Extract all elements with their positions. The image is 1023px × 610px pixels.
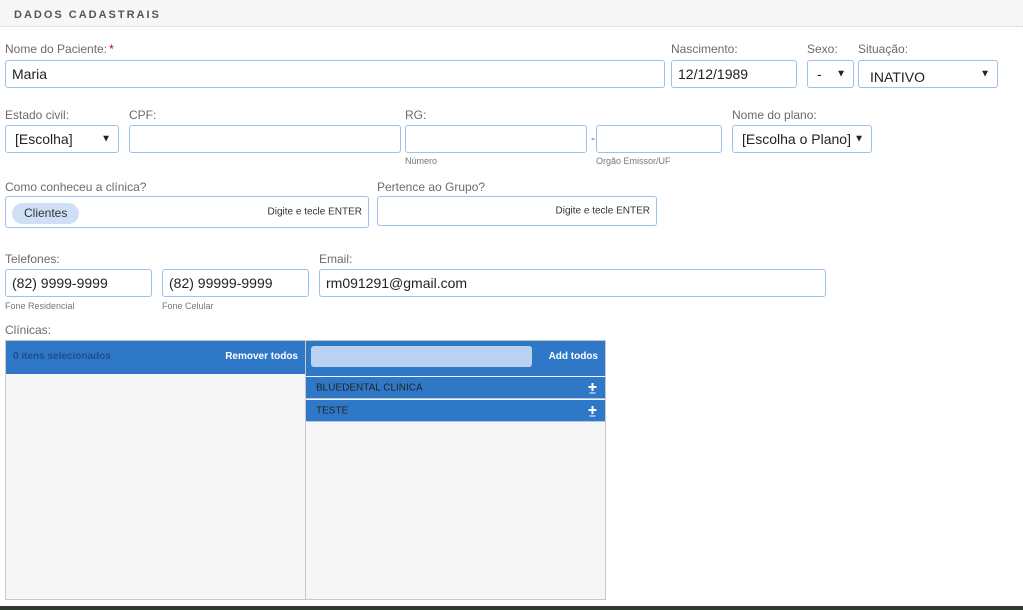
sex-label: Sexo: <box>807 42 838 56</box>
civil-status-label: Estado civil: <box>5 108 70 122</box>
group-tag-input[interactable]: Digite e tecle ENTER <box>377 196 657 226</box>
phone-mobile-input[interactable]: (82) 99999-9999 <box>162 269 309 297</box>
clinics-label: Clínicas: <box>5 323 52 337</box>
phone-mobile-caption: Fone Celular <box>162 301 214 311</box>
rg-number-caption: Número <box>405 156 438 166</box>
how-found-label: Como conheceu a clínica? <box>5 180 147 194</box>
phones-label: Telefones: <box>5 252 60 266</box>
plus-icon[interactable] <box>588 382 597 394</box>
selected-clinics-header: 0 itens selecionados Remover todos <box>6 341 305 374</box>
tag-clientes[interactable]: Clientes <box>12 203 80 224</box>
rg-label: RG: <box>405 108 427 122</box>
group-hint: Digite e tecle ENTER <box>555 205 650 217</box>
rg-separator: - <box>591 131 595 145</box>
plus-icon[interactable] <box>588 405 597 417</box>
clinic-option-label: TESTE <box>316 405 349 416</box>
chevron-down-icon: ▼ <box>854 133 864 145</box>
birth-date-input[interactable]: 12/12/1989 <box>671 60 797 88</box>
chevron-down-icon: ▼ <box>101 133 111 145</box>
required-mark: * <box>109 42 114 56</box>
add-all-button[interactable]: Add todos <box>549 351 598 362</box>
status-label: Situação: <box>858 42 909 56</box>
email-input[interactable]: rm091291@gmail.com <box>319 269 826 297</box>
clinic-search-input[interactable] <box>311 346 532 367</box>
clinic-option-label: BLUEDENTAL CLINICA <box>316 382 423 393</box>
clinic-option[interactable]: TESTE <box>306 400 605 422</box>
selected-clinics-panel: 0 itens selecionados Remover todos <box>5 340 306 600</box>
plan-select[interactable]: [Escolha o Plano] ▼ <box>732 125 872 153</box>
sex-select[interactable]: - ▼ <box>807 60 854 88</box>
how-found-tag-input[interactable]: Clientes Digite e tecle ENTER <box>5 196 369 228</box>
section-title: DADOS CADASTRAIS <box>14 9 161 21</box>
chevron-down-icon: ▼ <box>980 68 990 80</box>
remove-all-button[interactable]: Remover todos <box>225 351 298 362</box>
patient-name-label: Nome do Paciente: * <box>5 42 114 56</box>
phone-home-input[interactable]: (82) 9999-9999 <box>5 269 152 297</box>
civil-status-select[interactable]: [Escolha] ▼ <box>5 125 119 153</box>
birth-label: Nascimento: <box>671 42 738 56</box>
available-clinics-header: Add todos <box>306 341 605 376</box>
rg-issuer-input[interactable] <box>596 125 722 153</box>
cpf-input[interactable] <box>129 125 401 153</box>
rg-number-input[interactable] <box>405 125 587 153</box>
phone-home-caption: Fone Residencial <box>5 301 75 311</box>
plan-label: Nome do plano: <box>732 108 817 122</box>
bottom-edge-bar <box>0 606 1023 610</box>
cpf-label: CPF: <box>129 108 157 122</box>
rg-issuer-caption: Orgão Emissor/UF <box>596 156 671 166</box>
available-clinics-panel: Add todos BLUEDENTAL CLINICA TESTE <box>305 340 606 600</box>
email-label: Email: <box>319 252 353 266</box>
group-label: Pertence ao Grupo? <box>377 180 486 194</box>
status-select[interactable]: INATIVO ▼ <box>858 60 998 88</box>
how-found-hint: Digite e tecle ENTER <box>267 206 362 218</box>
chevron-down-icon: ▼ <box>836 68 846 80</box>
selected-count: 0 itens selecionados <box>13 351 111 362</box>
patient-name-input[interactable]: Maria <box>5 60 665 88</box>
clinic-option[interactable]: BLUEDENTAL CLINICA <box>306 377 605 399</box>
